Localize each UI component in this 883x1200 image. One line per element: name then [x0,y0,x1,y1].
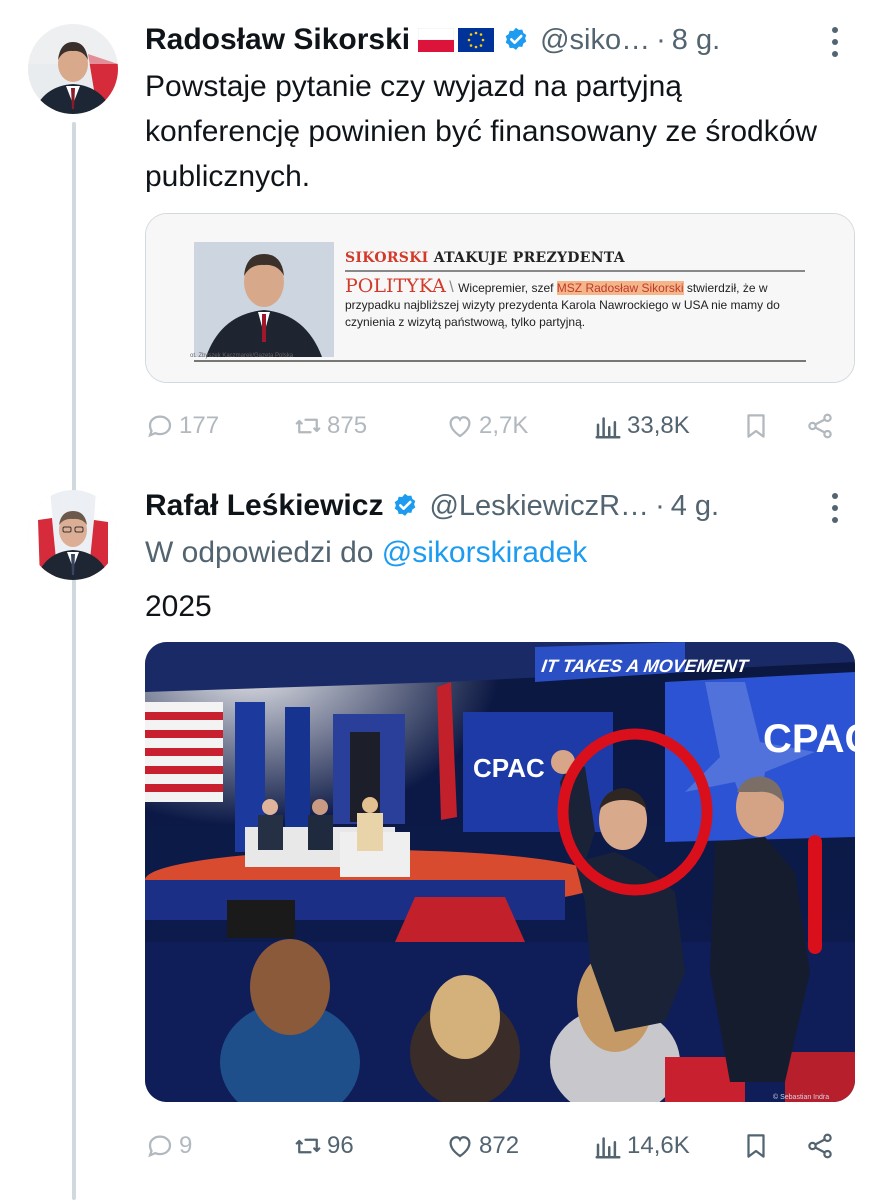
post-time[interactable]: 8 g. [672,24,720,57]
more-options-icon[interactable] [830,488,840,528]
attached-photo[interactable]: CPAC IT TAKES A MOVEMENT CPAC [145,642,855,1102]
more-options-icon[interactable] [830,22,840,62]
repost-icon [295,418,321,434]
headline-divider [345,270,805,272]
tweet2-header: Rafał Leśkiewicz @LeskiewiczR… · 4 g. [145,486,719,526]
like-count: 2,7K [479,412,529,439]
share-icon [808,1133,832,1159]
like-button[interactable]: 872 [445,1126,519,1166]
separator-dot: · [656,23,666,56]
eu-flag-icon [458,28,495,52]
post-time[interactable]: 4 g. [671,490,719,523]
reply-icon [148,415,172,438]
thread-connector-line [72,122,76,1200]
like-count: 872 [479,1132,520,1159]
reply-context: W odpowiedzi do @sikorskiradek [145,536,588,569]
tweet1-actions: 177 875 2,7K [145,406,845,446]
article-lead: POLITYKA \ Wicepremier, szef MSZ Radosła… [345,275,780,330]
reply-to-link[interactable]: @sikorskiradek [382,536,588,569]
verified-badge-icon [395,493,416,516]
views-chart-icon [595,1137,621,1159]
repost-icon [295,1138,321,1154]
heart-icon [449,416,471,438]
photo-credit: © Sebastian Indra [773,1093,829,1101]
repost-button[interactable]: 875 [293,406,367,446]
poland-flag-icon [418,28,455,52]
author-name[interactable]: Radosław Sikorski [145,23,410,57]
tweet1-text: Powstaje pytanie czy wyjazd na partyjną … [145,70,818,193]
bookmark-button[interactable] [741,1126,771,1166]
heart-icon [449,1136,471,1158]
quoted-article-image[interactable]: SIKORSKI ATAKUJE PREZYDENTA POLITYKA \ W… [145,213,855,383]
verified-badge-icon [505,27,527,50]
tweet2-actions-main: 96 872 14,6K [145,1126,845,1166]
stage-banner-text: IT TAKES A MOVEMENT [540,656,751,676]
reply-button[interactable]: 177 [145,406,219,446]
cpac-center-logo: CPAC [473,753,545,783]
repost-count: 96 [327,1132,354,1159]
repost-count: 875 [327,412,368,439]
views-count: 14,6K [627,1132,690,1159]
avatar-sikorski[interactable] [28,24,118,114]
views-button[interactable]: 14,6K [593,1126,690,1166]
photo-credit: ot. Zbyszek Kaczmarek/Gazeta Polska [190,353,294,359]
reply-count: 177 [179,412,220,439]
bookmark-icon [747,1134,765,1158]
tweet1-header: Radosław Sikorski @siko… · 8 g. [145,20,720,60]
author-handle[interactable]: @siko… [540,24,650,57]
repost-button[interactable]: 96 [293,1126,354,1166]
separator-dot: · [655,489,665,522]
article-headline: SIKORSKI ATAKUJE PREZYDENTA [345,250,625,266]
cpac-right-logo: CPAC [763,717,855,761]
like-button[interactable]: 2,7K [445,406,528,446]
author-handle[interactable]: @LeskiewiczR… [429,490,649,523]
avatar-leskiewicz[interactable] [28,490,118,580]
share-button[interactable] [805,1126,835,1166]
tweet2-text: 2025 [145,590,212,623]
author-name[interactable]: Rafał Leśkiewicz [145,489,383,523]
